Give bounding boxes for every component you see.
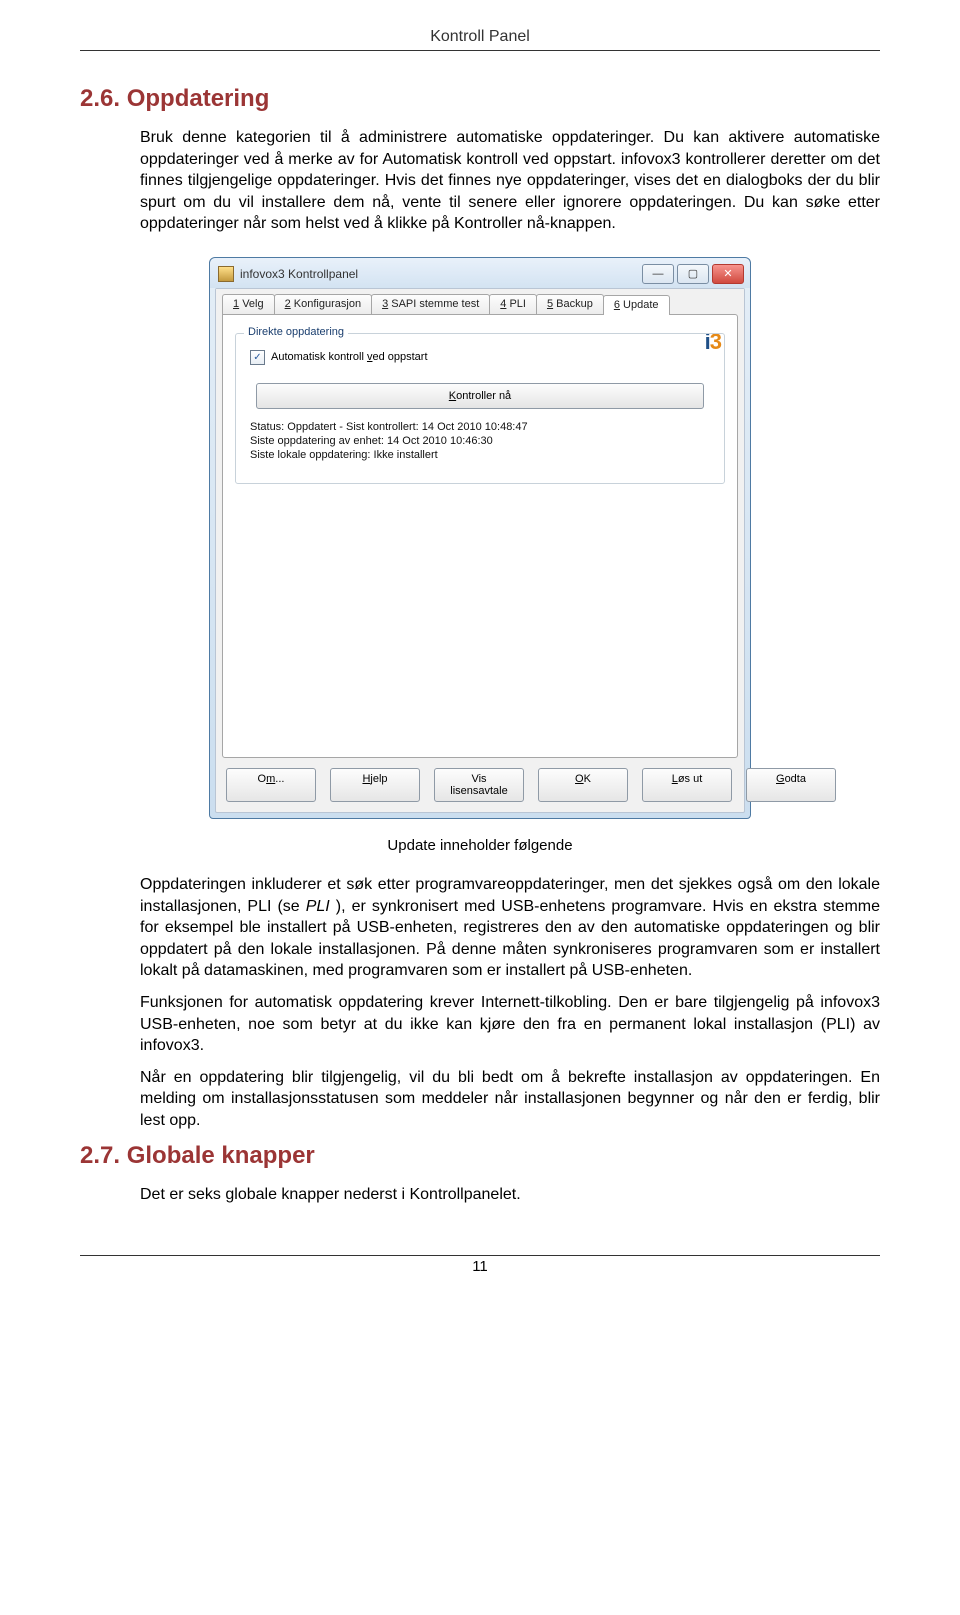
checkbox-auto-check[interactable]: ✓ — [250, 350, 265, 365]
tab-konfigurasjon[interactable]: 2 Konfigurasjon2 Konfigurasjon — [274, 294, 372, 314]
close-button[interactable]: ✕ — [712, 264, 744, 284]
maximize-button[interactable]: ▢ — [677, 264, 709, 284]
section-2-7-heading: 2.7. Globale knapper — [80, 1142, 880, 1170]
figure-caption: Update inneholder følgende — [80, 837, 880, 854]
page-header: Kontroll Panel — [80, 28, 880, 46]
status-line-3: Siste lokale oppdatering: Ikke installer… — [250, 449, 712, 461]
app-window: infovox3 Kontrollpanel — ▢ ✕ 1 1 VelgVel… — [209, 257, 751, 819]
section-2-6-paragraph-1: Bruk denne kategorien til å administrere… — [140, 127, 880, 235]
tab-velg[interactable]: 1 1 VelgVelg — [222, 294, 275, 314]
checkbox-auto-check-label: Automatisk kontroll ved oppstart — [271, 351, 428, 363]
window-title: infovox3 Kontrollpanel — [240, 267, 642, 281]
window-titlebar: infovox3 Kontrollpanel — ▢ ✕ — [210, 258, 750, 288]
tab-sapi[interactable]: 3 SAPI stemme test3 SAPI stemme test — [371, 294, 490, 314]
license-button[interactable]: Vis lisensavtale — [434, 768, 524, 802]
header-rule — [80, 50, 880, 51]
embedded-screenshot: infovox3 Kontrollpanel — ▢ ✕ 1 1 VelgVel… — [80, 257, 880, 819]
tab-update[interactable]: 6 Update6 Update — [603, 295, 670, 315]
section-2-6-heading: 2.6. Oppdatering — [80, 85, 880, 113]
tab-strip: 1 1 VelgVelg 2 Konfigurasjon2 Konfiguras… — [216, 289, 744, 314]
status-line-2: Siste oppdatering av enhet: 14 Oct 2010 … — [250, 435, 712, 447]
section-2-7-paragraph-1: Det er seks globale knapper nederst i Ko… — [140, 1184, 880, 1206]
app-icon — [218, 266, 234, 282]
group-direct-update: Direkte oppdatering ✓ Automatisk kontrol… — [235, 333, 725, 484]
after-paragraph-3: Når en oppdatering blir tilgjengelig, vi… — [140, 1067, 880, 1132]
about-button[interactable]: Om...Om... — [226, 768, 316, 802]
pli-ref: PLI — [306, 898, 330, 915]
status-line-1: Status: Oppdatert - Sist kontrollert: 14… — [250, 421, 712, 433]
after-paragraph-1: Oppdateringen inkluderer et søk etter pr… — [140, 874, 880, 982]
accept-button[interactable]: GodtaGodta — [746, 768, 836, 802]
after-paragraph-2: Funksjonen for automatisk oppdatering kr… — [140, 992, 880, 1057]
group-title: Direkte oppdatering — [244, 326, 348, 338]
check-now-button[interactable]: Kontroller nåKontroller nå — [256, 383, 703, 409]
tab-panel-update: i3 Direkte oppdatering ✓ Automatisk kont… — [222, 314, 738, 758]
ok-button[interactable]: OKOK — [538, 768, 628, 802]
bottom-button-row: Om...Om... HjelpHjelp Vis lisensavtale O… — [216, 758, 744, 812]
footer-rule — [80, 1255, 880, 1256]
help-button[interactable]: HjelpHjelp — [330, 768, 420, 802]
eject-button[interactable]: Løs utLøs ut — [642, 768, 732, 802]
tab-backup[interactable]: 5 Backup5 Backup — [536, 294, 604, 314]
minimize-button[interactable]: — — [642, 264, 674, 284]
page-number: 11 — [80, 1258, 880, 1275]
tab-pli[interactable]: 4 PLI4 PLI — [489, 294, 537, 314]
